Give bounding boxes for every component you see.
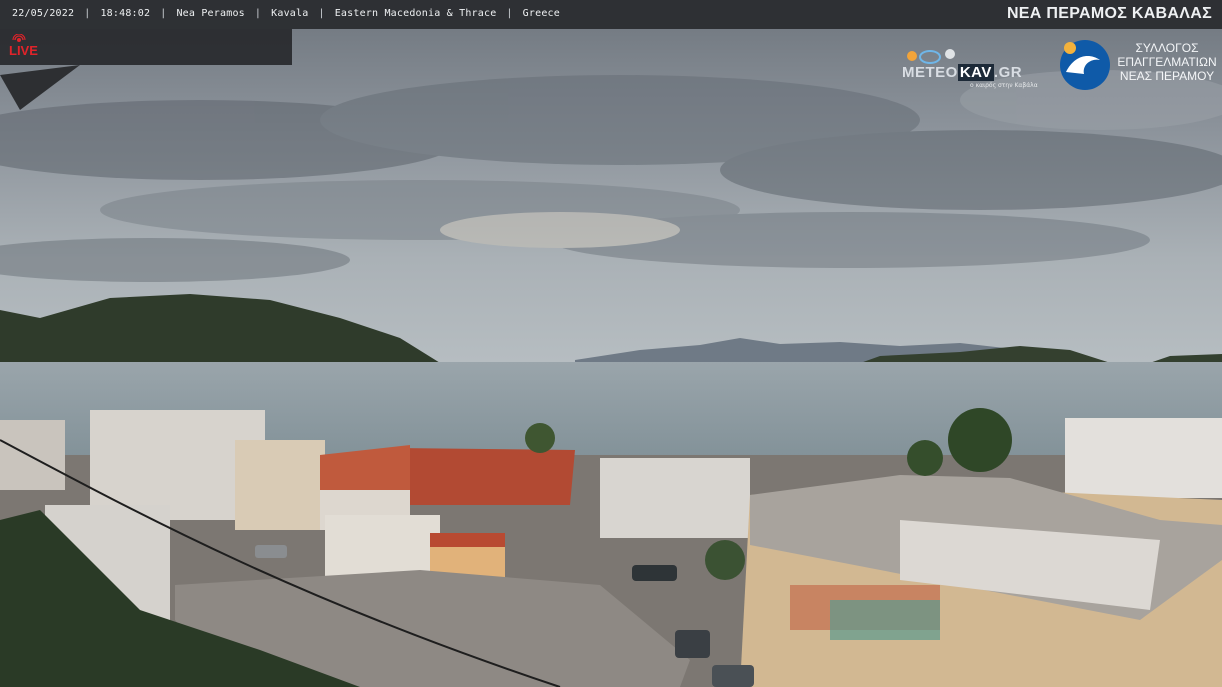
region: Eastern Macedonia & Thrace — [334, 8, 497, 19]
sun-cloud-icon — [907, 49, 955, 64]
wave-icon — [1060, 40, 1110, 90]
camera-title: ΝΕΑ ΠΕΡΑΜΟΣ ΚΑΒΑΛΑΣ — [1006, 5, 1212, 22]
tree — [948, 408, 1012, 472]
building — [1065, 418, 1222, 498]
live-broadcast-icon — [12, 34, 26, 42]
date: 22/05/2022 — [12, 8, 75, 19]
meteokav-logo: METEO KAV .GR ο καιρός στην Καβάλα — [900, 40, 1045, 92]
info-bar: 22/05/2022 | 18:48:02 | Nea Peramos | Kavala | E… — [0, 0, 1222, 29]
time: 18:48:02 — [100, 8, 151, 19]
red-roof — [395, 448, 575, 505]
location-timestamp: 22/05/2022 | 18:48:02 | Nea Peramos | Kavala | E… — [12, 8, 560, 19]
place: Nea Peramos — [176, 8, 245, 19]
city: Kavala — [271, 8, 309, 19]
webcam-view — [0, 0, 1222, 687]
live-badge-box: LIVE — [0, 29, 292, 65]
live-label: LIVE — [9, 43, 38, 58]
association-logo: ΣΥΛΛΟΓΟΣ ΕΠΑΓΓΕΛΜΑΤΙΩΝ ΝΕΑΣ ΠΕΡΑΜΟΥ — [1058, 38, 1218, 94]
live-badge: LIVE — [9, 34, 38, 58]
country: Greece — [522, 8, 560, 19]
car — [632, 565, 677, 581]
